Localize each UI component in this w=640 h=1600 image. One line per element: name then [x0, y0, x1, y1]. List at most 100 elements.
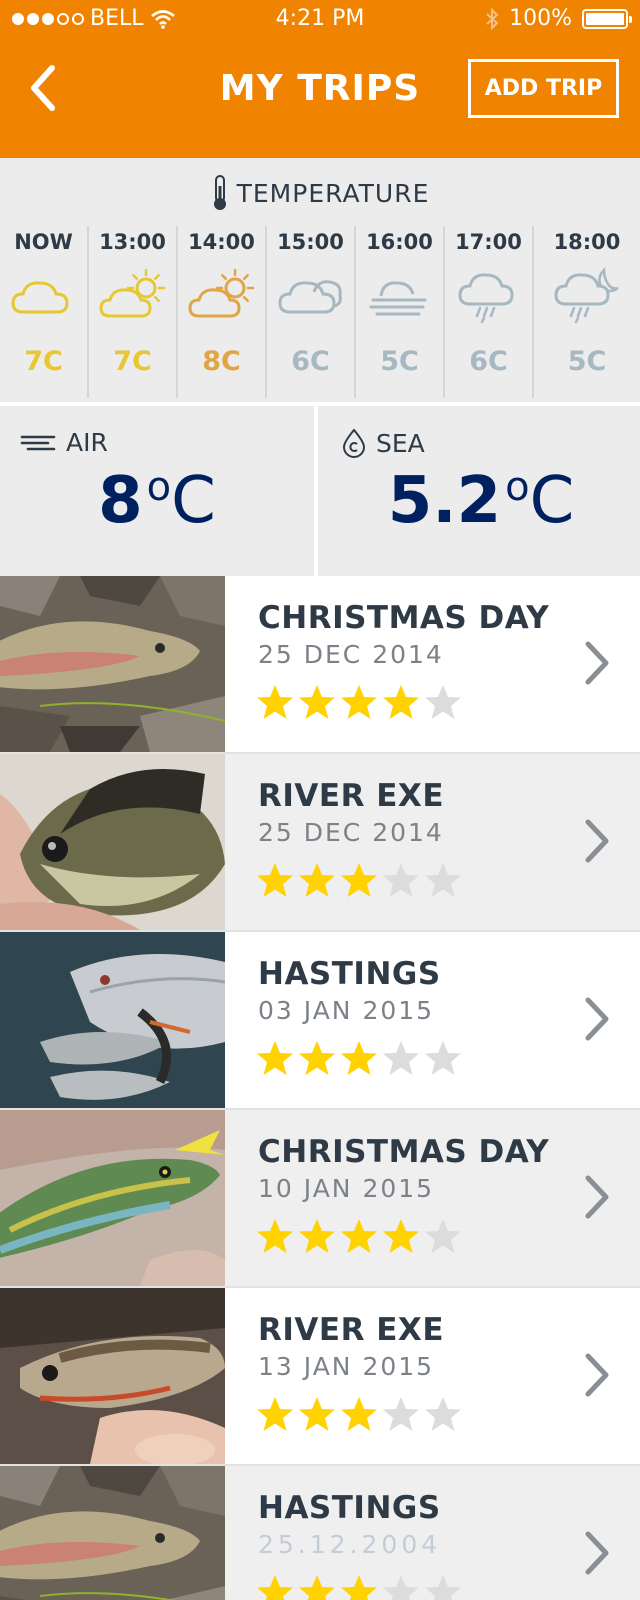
forecast-hour: 17:00 6C	[445, 226, 534, 398]
wind-icon	[20, 435, 56, 450]
sea-value: 5.2 oC	[387, 464, 575, 538]
forecast-time: 17:00	[455, 230, 522, 254]
star-icon	[383, 1397, 419, 1431]
star-icon	[299, 863, 335, 897]
star-icon	[425, 1041, 461, 1075]
forecast-hour: 18:00 5C	[534, 226, 640, 398]
trip-row[interactable]: RIVER EXE 13 JAN 2015	[0, 1288, 640, 1466]
trip-name: RIVER EXE	[258, 1312, 444, 1348]
trip-rating	[256, 1574, 462, 1600]
star-icon	[383, 1219, 419, 1253]
temperature-heading: TEMPERATURE	[0, 174, 640, 212]
bluetooth-icon	[486, 7, 499, 30]
trip-date: 13 JAN 2015	[258, 1352, 435, 1381]
star-icon	[299, 1219, 335, 1253]
trip-photo	[0, 576, 225, 752]
sea-temp-unit: C	[529, 464, 575, 538]
app-header: BELL 4:21 PM 100% MY TRIPS ADD TRIP	[0, 0, 640, 158]
trip-row[interactable]: CHRISTMAS DAY 10 JAN 2015	[0, 1110, 640, 1288]
temperature-label: TEMPERATURE	[236, 178, 430, 208]
trip-rating	[256, 1218, 462, 1254]
status-bar: BELL 4:21 PM 100%	[0, 0, 640, 40]
add-trip-button[interactable]: ADD TRIP	[468, 59, 619, 118]
air-label: AIR	[66, 428, 108, 457]
chevron-right-icon	[585, 819, 609, 863]
trip-photo	[0, 1466, 225, 1600]
hourly-forecast: NOW 7C 13:00 7C 14:00 8C 15:00 6C 16:00 5C 17…	[0, 226, 640, 398]
trip-rating	[256, 1396, 462, 1432]
forecast-time: 18:00	[553, 230, 621, 254]
air-value: 8 oC	[98, 464, 216, 538]
chevron-right-icon	[585, 1531, 609, 1575]
air-temp-number: 8	[98, 464, 143, 538]
thermometer-icon	[213, 175, 226, 210]
forecast-temp: 8C	[202, 346, 241, 377]
rain-icon	[454, 266, 524, 324]
forecast-time: 16:00	[366, 230, 433, 254]
trip-photo	[0, 932, 225, 1108]
star-icon	[257, 1041, 293, 1075]
forecast-temp: 7C	[113, 346, 152, 377]
trip-photo	[0, 754, 225, 930]
forecast-hour: 13:00 7C	[89, 226, 178, 398]
trip-list: CHRISTMAS DAY 25 DEC 2014 RIVER EXE 25 D…	[0, 576, 640, 1600]
trip-row[interactable]: CHRISTMAS DAY 25 DEC 2014	[0, 576, 640, 754]
trip-row[interactable]: HASTINGS 25.12.2004	[0, 1466, 640, 1600]
star-icon	[425, 1219, 461, 1253]
star-icon	[383, 863, 419, 897]
sea-heading: SEA	[342, 428, 425, 458]
cloud-icon	[9, 266, 79, 324]
forecast-temp: 6C	[291, 346, 330, 377]
trip-date: 25 DEC 2014	[258, 640, 444, 669]
temperature-panel: TEMPERATURE NOW 7C 13:00 7C 14:00 8C 15:00 …	[0, 158, 640, 402]
forecast-temp: 6C	[469, 346, 508, 377]
star-icon	[425, 1575, 461, 1600]
chevron-right-icon	[585, 1175, 609, 1219]
chevron-right-icon	[585, 1353, 609, 1397]
star-icon	[299, 685, 335, 719]
star-icon	[425, 863, 461, 897]
forecast-hour: NOW 7C	[0, 226, 89, 398]
star-icon	[257, 1397, 293, 1431]
cloudy-icon	[276, 266, 346, 324]
forecast-temp: 7C	[24, 346, 63, 377]
forecast-time: 14:00	[188, 230, 255, 254]
trip-date: 03 JAN 2015	[258, 996, 435, 1025]
air-heading: AIR	[20, 428, 108, 457]
star-icon	[341, 863, 377, 897]
trip-row[interactable]: RIVER EXE 25 DEC 2014	[0, 754, 640, 932]
fog-icon	[365, 266, 435, 324]
star-icon	[383, 685, 419, 719]
forecast-time: 13:00	[99, 230, 166, 254]
trip-name: RIVER EXE	[258, 778, 444, 814]
star-icon	[257, 685, 293, 719]
star-icon	[383, 1575, 419, 1600]
sea-temperature-card: SEA 5.2 oC	[322, 406, 640, 576]
star-icon	[383, 1041, 419, 1075]
star-icon	[299, 1397, 335, 1431]
trip-date: 10 JAN 2015	[258, 1174, 435, 1203]
sea-temp-number: 5.2	[387, 464, 502, 538]
trip-row[interactable]: HASTINGS 03 JAN 2015	[0, 932, 640, 1110]
star-icon	[341, 685, 377, 719]
sun-cloud-icon	[187, 266, 257, 324]
forecast-time: 15:00	[277, 230, 344, 254]
trip-rating	[256, 684, 462, 720]
battery-icon	[582, 8, 632, 29]
trip-rating	[256, 862, 462, 898]
star-icon	[257, 1575, 293, 1600]
forecast-hour: 14:00 8C	[178, 226, 267, 398]
battery-percent: 100%	[509, 6, 572, 31]
star-icon	[257, 863, 293, 897]
star-icon	[341, 1575, 377, 1600]
chevron-right-icon	[585, 641, 609, 685]
forecast-hour: 15:00 6C	[267, 226, 356, 398]
trip-name: CHRISTMAS DAY	[258, 1134, 550, 1170]
forecast-temp: 5C	[567, 346, 607, 377]
star-icon	[341, 1041, 377, 1075]
trip-photo	[0, 1110, 225, 1286]
star-icon	[299, 1575, 335, 1600]
star-icon	[425, 685, 461, 719]
air-temp-unit: C	[171, 464, 216, 538]
trip-date: 25.12.2004	[258, 1530, 442, 1559]
